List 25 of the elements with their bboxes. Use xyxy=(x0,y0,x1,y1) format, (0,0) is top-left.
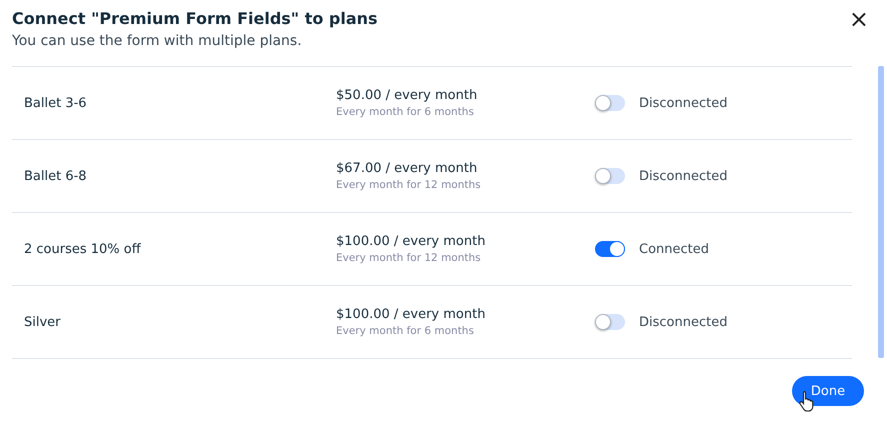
toggle-switch[interactable] xyxy=(595,168,625,184)
plan-name: Silver xyxy=(23,314,62,330)
plan-price: $50.00 / every month xyxy=(336,88,478,103)
toggle-switch[interactable] xyxy=(595,241,625,257)
toggle-switch[interactable] xyxy=(595,95,625,111)
plan-duration: Every month for 6 months xyxy=(336,106,475,118)
plan-name: Ballet 3-6 xyxy=(23,96,88,110)
scrollbar[interactable] xyxy=(878,66,884,358)
status-label: Connected xyxy=(639,242,710,256)
toggle-switch[interactable] xyxy=(595,314,625,330)
close-button[interactable]: × xyxy=(848,8,869,30)
status-label: Disconnected xyxy=(639,314,728,330)
status-label: Disconnected xyxy=(639,96,728,110)
plan-price: $100.00 / every month xyxy=(336,234,486,249)
plan-duration: Every month for 6 months xyxy=(336,325,475,337)
plan-name: 2 courses 10% off xyxy=(23,242,142,256)
dialog-subtitle: You can use the form with multiple plans. xyxy=(12,33,303,49)
plan-duration: Every month for 12 months xyxy=(336,179,482,191)
done-button[interactable]: Done xyxy=(792,376,864,406)
dialog-title: Connect "Premium Form Fields" to plans xyxy=(12,8,378,30)
plan-price: $67.00 / every month xyxy=(336,161,478,176)
plan-name: Ballet 6-8 xyxy=(23,168,88,184)
plan-price: $100.00 / every month xyxy=(336,307,486,322)
status-label: Disconnected xyxy=(639,168,728,184)
plan-duration: Every month for 12 months xyxy=(336,252,482,264)
